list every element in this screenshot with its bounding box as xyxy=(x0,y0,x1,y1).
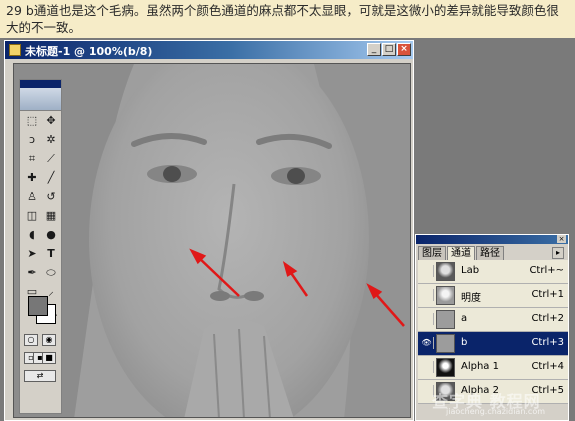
watermark-url: jiaocheng.chazidian.com xyxy=(446,407,546,416)
crop-icon[interactable]: ⌗ xyxy=(23,150,41,168)
palette-menu-arrow-icon[interactable]: ▸ xyxy=(552,247,564,259)
channel-shortcut: Ctrl+3 xyxy=(531,337,564,348)
channel-thumbnail xyxy=(436,286,455,305)
channel-name: 明度 xyxy=(461,293,481,304)
channel-name: Alpha 1 xyxy=(461,361,499,372)
gradient-icon[interactable]: ▦ xyxy=(42,207,60,225)
channel-shortcut: Ctrl+4 xyxy=(531,361,564,372)
channel-row-b[interactable]: 👁 b Ctrl+3 xyxy=(418,332,568,356)
standard-mode-icon[interactable]: ○ xyxy=(24,334,38,346)
channel-name: Lab xyxy=(461,265,480,276)
magic-wand-icon[interactable]: ✲ xyxy=(42,131,60,149)
tab-paths[interactable]: 路径 xyxy=(476,246,504,260)
quick-mask-icon[interactable]: ◉ xyxy=(42,334,56,346)
blur-icon[interactable]: ◖ xyxy=(23,226,41,244)
channels-titlebar[interactable] xyxy=(416,235,568,244)
channel-thumbnail xyxy=(436,262,455,281)
channel-name: a xyxy=(461,313,468,324)
tools-palette[interactable]: ⬚ ✥ ↄ ✲ ⌗ ⟋ ✚ ╱ ♙ ↺ ◫ ▦ ◖ ● ➤ T ✒ ⬭ ▭ ⸝ … xyxy=(19,79,62,414)
face-channel-image xyxy=(14,64,410,417)
path-select-icon[interactable]: ➤ xyxy=(23,245,41,263)
move-icon[interactable]: ✥ xyxy=(42,112,60,130)
tab-channels[interactable]: 通道 xyxy=(447,246,475,260)
visibility-toggle[interactable] xyxy=(420,265,434,277)
palette-close-icon[interactable]: × xyxy=(557,235,566,243)
document-titlebar[interactable]: 未标题-1 @ 100%(b/8) _ □ × xyxy=(5,41,413,59)
document-title: 未标题-1 @ 100%(b/8) xyxy=(25,45,153,58)
channel-row-a[interactable]: a Ctrl+2 xyxy=(418,308,568,332)
channel-thumbnail xyxy=(436,358,455,377)
visibility-toggle[interactable] xyxy=(420,361,434,373)
visibility-toggle[interactable] xyxy=(420,289,434,301)
document-window[interactable]: 未标题-1 @ 100%(b/8) _ □ × xyxy=(4,40,414,421)
lasso-icon[interactable]: ↄ xyxy=(23,131,41,149)
caption-text: 29 b通道也是这个毛病。虽然两个颜色通道的麻点都不太显眼，可就是这微小的差异就… xyxy=(6,3,559,35)
channel-shortcut: Ctrl+~ xyxy=(529,265,564,276)
type-icon[interactable]: T xyxy=(42,245,60,263)
foreground-color-swatch[interactable] xyxy=(28,296,48,316)
channel-thumbnail xyxy=(436,310,455,329)
shape-icon[interactable]: ⬭ xyxy=(42,264,60,282)
dodge-icon[interactable]: ● xyxy=(42,226,60,244)
photoshop-logo[interactable] xyxy=(20,88,61,111)
screen-mode-black-icon[interactable]: ■ xyxy=(42,352,56,364)
image-canvas[interactable] xyxy=(13,63,411,418)
history-brush-icon[interactable]: ↺ xyxy=(42,188,60,206)
tools-titlebar[interactable] xyxy=(20,80,61,88)
eraser-icon[interactable]: ◫ xyxy=(23,207,41,225)
channel-row-lab[interactable]: Lab Ctrl+~ xyxy=(418,260,568,284)
document-icon xyxy=(9,44,21,56)
healing-icon[interactable]: ✚ xyxy=(23,169,41,187)
close-button[interactable]: × xyxy=(397,43,411,56)
channel-row-lightness[interactable]: 明度 Ctrl+1 xyxy=(418,284,568,308)
maximize-button[interactable]: □ xyxy=(382,43,396,56)
eye-icon[interactable]: 👁 xyxy=(420,337,434,349)
channel-row-alpha-1[interactable]: Alpha 1 Ctrl+4 xyxy=(418,356,568,380)
brush-icon[interactable]: ╱ xyxy=(42,169,60,187)
pen-icon[interactable]: ✒ xyxy=(23,264,41,282)
marquee-icon[interactable]: ⬚ xyxy=(23,112,41,130)
channel-shortcut: Ctrl+2 xyxy=(531,313,564,324)
jump-to-imageready-icon[interactable]: ⇄ xyxy=(24,370,56,382)
channel-thumbnail xyxy=(436,334,455,353)
visibility-toggle[interactable] xyxy=(420,313,434,325)
tab-layers[interactable]: 图层 xyxy=(418,246,446,260)
slice-icon[interactable]: ⟋ xyxy=(42,150,60,168)
channel-name: b xyxy=(461,337,468,348)
stamp-icon[interactable]: ♙ xyxy=(23,188,41,206)
channel-shortcut: Ctrl+1 xyxy=(531,289,564,300)
minimize-button[interactable]: _ xyxy=(367,43,381,56)
